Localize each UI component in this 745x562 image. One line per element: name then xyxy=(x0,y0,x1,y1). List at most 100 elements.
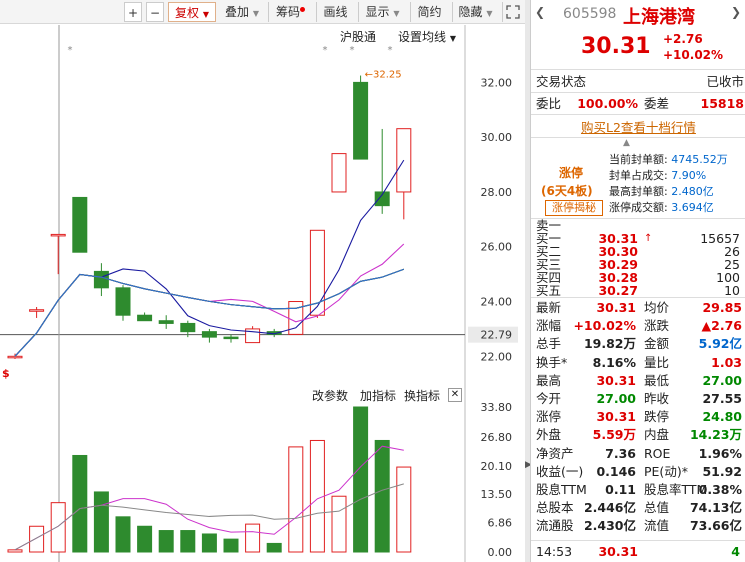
stat-label: ROE xyxy=(644,445,671,461)
divider xyxy=(531,540,745,541)
volume-tick-label: 26.80 xyxy=(481,431,513,444)
stat-label: 均价 xyxy=(644,300,670,315)
stat-label: 涨幅 xyxy=(536,318,562,334)
overlay-dropdown[interactable]: 叠加 ▼ xyxy=(220,2,264,22)
weicha-value: 15818 xyxy=(700,96,745,111)
candle-body xyxy=(7,355,23,359)
divider xyxy=(531,114,745,115)
chevron-down-icon: ▼ xyxy=(393,9,400,18)
tick-row: 14:53 30.31 4 xyxy=(536,542,744,561)
volume-bar xyxy=(374,439,390,553)
stat-label: 流通股 xyxy=(536,518,574,534)
display-dropdown[interactable]: 显示 ▼ xyxy=(358,2,406,22)
price-tick-label: 26.00 xyxy=(481,241,513,254)
draw-button[interactable]: 画线 xyxy=(316,2,354,22)
order-volume: 10 xyxy=(724,283,740,298)
volume-plot: 33.80 26.80 20.10 13.50 6.86 0.00 xyxy=(7,385,513,562)
seal-ratio-label: 封单占成交: xyxy=(609,169,668,182)
candle-body xyxy=(331,153,347,193)
stat-value: 5.59万 xyxy=(592,427,636,443)
stats-row: 最新 30.31 均价 29.85 xyxy=(536,299,744,317)
price-change-pct: +10.02% xyxy=(663,48,724,62)
candle-body xyxy=(353,81,369,160)
candle-body xyxy=(93,270,109,289)
volume-chart[interactable]: 改参数 加指标 换指标 ✕ 33.80 26.80 20.10 13.50 6.86 0.… xyxy=(0,385,525,562)
volume-bar xyxy=(223,538,239,553)
stat-label: 外盘 xyxy=(536,427,562,443)
volume-bar xyxy=(50,502,66,553)
volume-tick-label: 33.80 xyxy=(481,401,513,414)
stat-label: 今开 xyxy=(536,391,562,406)
stat-value: 1.03 xyxy=(711,354,742,370)
volume-bar xyxy=(93,491,109,553)
stats-row: 总手 19.82万 金额 5.92亿 xyxy=(536,335,744,353)
stat-value: 73.66亿 xyxy=(689,518,742,534)
weibi-label: 委比 xyxy=(536,96,562,111)
volume-bar xyxy=(72,454,88,553)
trade-status-value: 已收市 xyxy=(706,74,744,89)
volume-bar xyxy=(137,525,153,553)
volume-bar xyxy=(266,542,282,553)
limit-up-reveal-button[interactable]: 涨停揭秘 xyxy=(545,200,603,216)
stat-value: +10.02% xyxy=(573,318,636,334)
adjust-label: 复权 xyxy=(175,6,200,20)
chips-label: 筹码 xyxy=(275,5,300,19)
volume-tick-label: 6.86 xyxy=(488,517,513,530)
stat-value: 14.23万 xyxy=(689,427,742,443)
l2-upgrade-link[interactable]: 购买L2查看十档行情 xyxy=(581,117,696,136)
order-book-row: 买一 30.31 ↑ 15657 xyxy=(536,232,744,245)
adjust-dropdown[interactable]: 复权 ▼ xyxy=(168,2,216,22)
limit-up-details: 当前封单额: 4745.52万 封单占成交: 7.90% 最高封单额: 2.48… xyxy=(609,152,728,216)
order-book-row: 买二 30.30 26 xyxy=(536,245,744,258)
candle-body xyxy=(158,320,174,324)
forward-arrow-icon[interactable]: ❯ xyxy=(731,5,741,19)
stat-label: 净资产 xyxy=(536,445,574,461)
hide-label: 隐藏 xyxy=(458,5,483,19)
stats-row: 股息TTM 0.11 股息率TTM 0.38% xyxy=(536,481,744,499)
order-price: 30.27 xyxy=(598,283,638,298)
price-tick-label: 22.79 xyxy=(481,329,513,342)
stat-value: 2.430亿 xyxy=(583,518,636,534)
stats-row: 外盘 5.59万 内盘 14.23万 xyxy=(536,426,744,444)
stat-label: PE(动)* xyxy=(644,463,688,479)
stat-label: 量比 xyxy=(644,354,670,370)
simple-button[interactable]: 简约 xyxy=(410,2,448,22)
stat-label: 流值 xyxy=(644,518,670,534)
stat-label: 最低 xyxy=(644,372,670,388)
stat-label: 涨停 xyxy=(536,409,562,425)
kline-chart[interactable]: 沪股通 设置均线 ▼ 32.00 30.00 28.00 26.00 24.00 22.7… xyxy=(0,25,525,385)
stat-label: 股息TTM xyxy=(536,482,587,497)
display-label: 显示 xyxy=(365,5,390,19)
dividend-marker-icon: $ xyxy=(2,367,10,380)
stat-label: 总股本 xyxy=(536,500,574,516)
hide-dropdown[interactable]: 隐藏 ▼ xyxy=(452,2,498,22)
stat-value: 30.31 xyxy=(596,372,636,388)
event-star-icon: * xyxy=(388,45,393,56)
zoom-in-button[interactable]: + xyxy=(124,2,142,22)
collapse-up-icon[interactable]: ▲ xyxy=(623,138,630,148)
volume-bar xyxy=(331,495,347,553)
divider xyxy=(531,69,745,70)
trade-status-label: 交易状态 xyxy=(536,74,587,89)
max-price-annotation: ←32.25 xyxy=(365,70,402,81)
stock-code: 605598 xyxy=(563,6,617,22)
up-arrow-icon: ↑ xyxy=(644,233,653,244)
chips-button[interactable]: 筹码 xyxy=(268,2,312,22)
candle-body xyxy=(72,196,88,253)
price-tick-label: 22.00 xyxy=(481,350,513,363)
stat-value: 0.146 xyxy=(596,463,636,479)
fullscreen-icon[interactable] xyxy=(502,2,522,22)
price-tick-label: 30.00 xyxy=(481,131,513,144)
volume-bar xyxy=(245,523,261,553)
stat-value: 2.446亿 xyxy=(583,500,636,516)
notification-dot-icon xyxy=(300,7,305,12)
stat-label: 换手* xyxy=(536,354,568,370)
volume-bar xyxy=(353,406,369,553)
order-book-row: 买五 30.27 10 xyxy=(536,284,744,297)
event-star-icon: * xyxy=(323,45,328,56)
stat-label: 金额 xyxy=(644,336,670,352)
volume-bar xyxy=(180,530,196,553)
stats-row: 净资产 7.36 ROE 1.96% xyxy=(536,445,744,463)
zoom-out-button[interactable]: − xyxy=(146,2,164,22)
back-arrow-icon[interactable]: ❮ xyxy=(535,5,545,19)
